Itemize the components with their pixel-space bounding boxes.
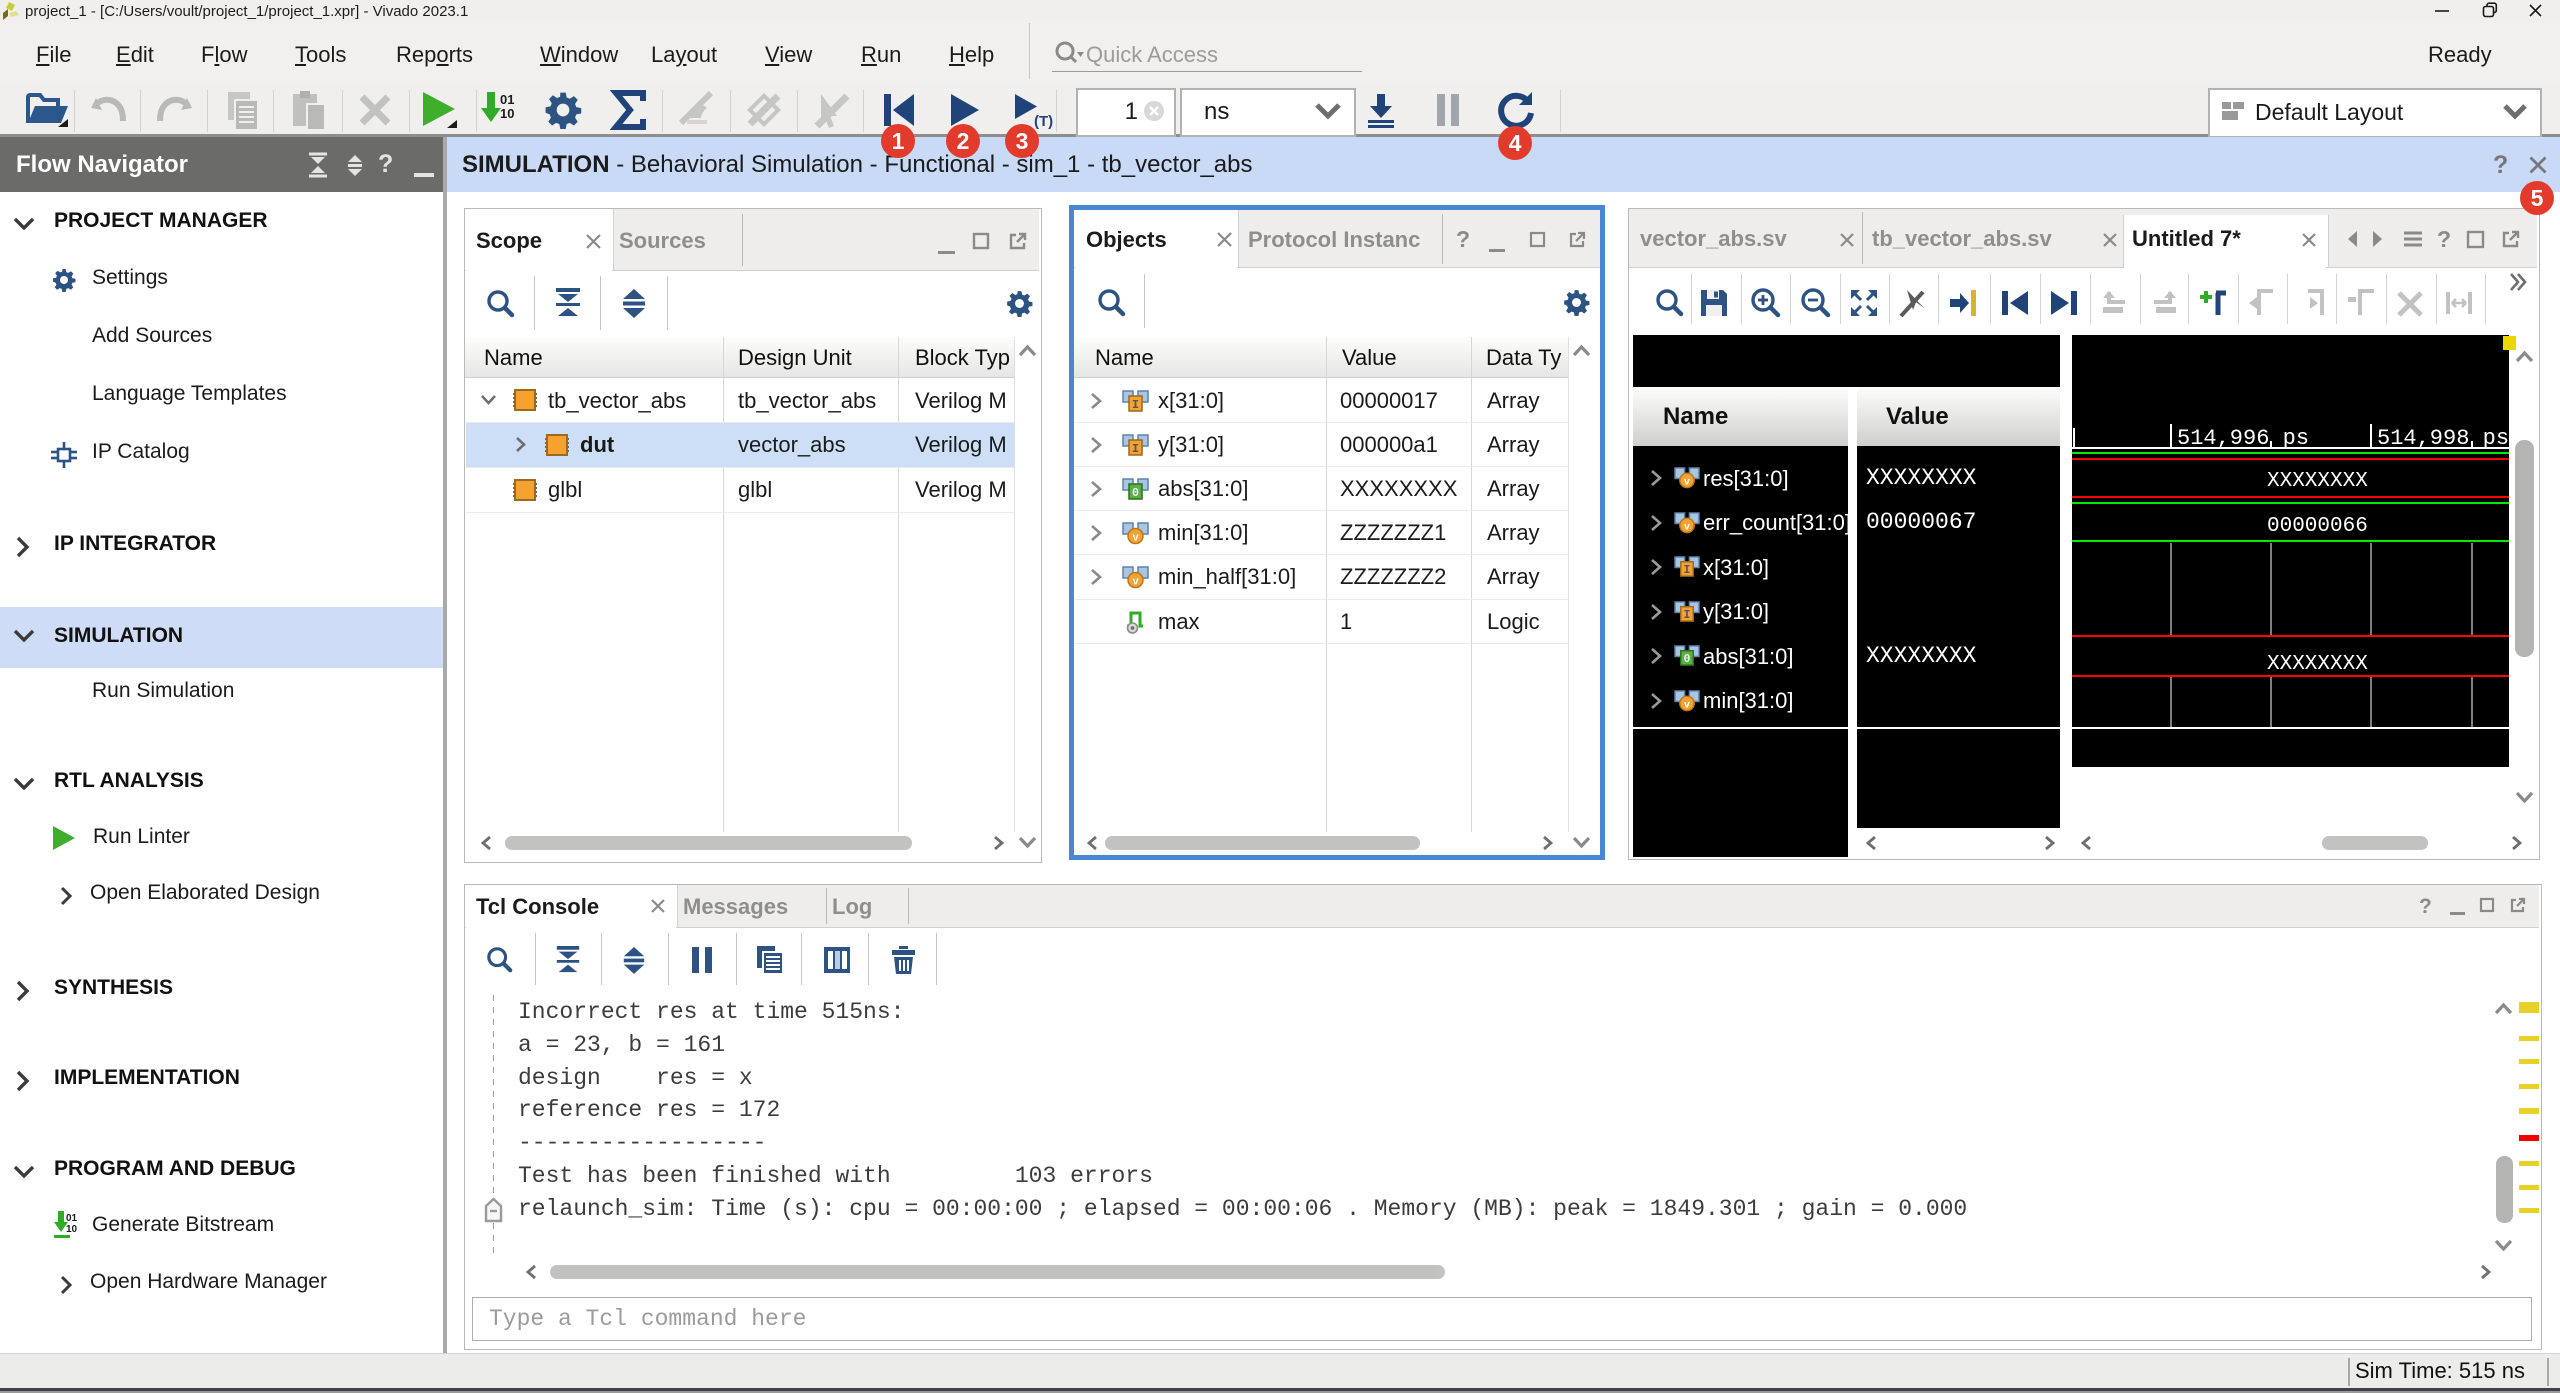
svg-text:01: 01 xyxy=(500,92,514,107)
svg-text:I: I xyxy=(1132,442,1139,456)
svg-text:v: v xyxy=(1684,476,1690,488)
svg-text:v: v xyxy=(1132,532,1139,544)
svg-text:10: 10 xyxy=(500,106,514,121)
svg-text:0: 0 xyxy=(1132,486,1139,500)
svg-text:v: v xyxy=(1132,576,1139,588)
svg-text:I: I xyxy=(1684,564,1691,577)
svg-text:v: v xyxy=(1684,521,1690,533)
svg-text:I: I xyxy=(1684,609,1691,622)
svg-text:01: 01 xyxy=(66,1213,78,1224)
svg-text:10: 10 xyxy=(66,1224,78,1235)
svg-text:(T): (T) xyxy=(1034,113,1053,130)
svg-text:v: v xyxy=(1684,699,1690,711)
svg-text:I: I xyxy=(1132,398,1139,412)
svg-text:0: 0 xyxy=(1684,653,1691,666)
